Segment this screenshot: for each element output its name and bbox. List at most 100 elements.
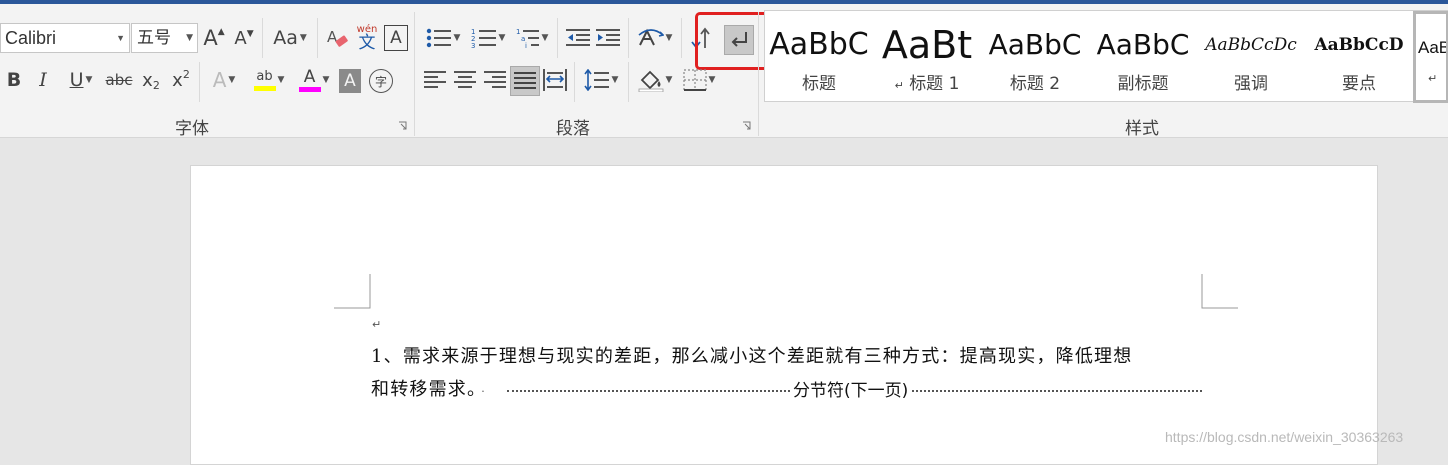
text-effects-button[interactable]: A ▼ (204, 66, 244, 94)
svg-text:3: 3 (471, 42, 475, 49)
enclose-characters-button[interactable]: 字 (369, 69, 393, 93)
style-name-row: ↵ 标题 1 (873, 69, 981, 94)
font-color-button[interactable]: A ▼ (294, 64, 334, 96)
style-item-heading-2[interactable]: AaBbC 标题 2 (981, 11, 1089, 103)
chevron-down-icon: ▼ (453, 33, 461, 43)
align-left-button[interactable] (422, 66, 448, 94)
dialog-launcher-icon[interactable] (398, 121, 407, 130)
chinese-layout-icon (638, 28, 664, 46)
borders-icon (682, 69, 707, 91)
chinese-layout-button[interactable]: ▼ (634, 23, 676, 53)
paragraph-mark: ↵ (372, 318, 382, 331)
svg-text:i: i (525, 42, 527, 49)
superscript-mark: 2 (182, 68, 190, 81)
shrink-font-button[interactable]: A ▼ (232, 23, 256, 53)
chevron-down-icon: ▼ (498, 33, 506, 43)
arrow-up-icon: ▲ (217, 27, 225, 37)
document-line-1[interactable]: 1、需求来源于理想与现实的差距，那么减小这个差距就有三种方式：提高现实，降低理想 (371, 342, 1132, 368)
increase-indent-button[interactable] (594, 23, 622, 53)
style-preview: AaBbC (769, 27, 869, 62)
chevron-down-icon: ▼ (665, 75, 673, 85)
document-line-2[interactable]: 和转移需求。 · (371, 375, 486, 401)
style-preview: AaBbCcD (1314, 35, 1404, 55)
font-color-glyph: A (303, 66, 316, 87)
phonetic-guide-button[interactable]: wén 文 (354, 22, 380, 54)
bold-button[interactable]: B (2, 66, 26, 94)
chevron-down-icon[interactable]: ▼ (186, 24, 193, 52)
highlight-color-bar (253, 85, 276, 91)
borders-button[interactable]: ▼ (678, 66, 720, 94)
style-item-subtitle[interactable]: AaBbC 副标题 (1089, 11, 1197, 103)
line-spacing-button[interactable]: ▼ (580, 66, 622, 94)
dialog-launcher-icon[interactable] (742, 121, 751, 130)
style-preview: AaBbC (1096, 28, 1190, 61)
font-name-combo[interactable]: Calibri ▼ (0, 23, 130, 53)
clear-formatting-button[interactable]: A (324, 23, 350, 53)
justify-button[interactable] (510, 66, 540, 96)
chevron-down-icon: ▼ (277, 75, 285, 85)
change-case-button[interactable]: Aa ▼ (268, 23, 312, 53)
multilevel-list-button[interactable]: 1ai ▼ (512, 23, 552, 53)
highlight-glyph: ab (256, 68, 273, 84)
text-highlight-button[interactable]: ab ▼ (248, 64, 290, 96)
distributed-icon (543, 69, 567, 91)
character-shading-button[interactable]: A (339, 69, 361, 93)
line-spacing-icon (583, 69, 609, 91)
margin-corner-mark (334, 274, 371, 309)
style-item-heading-1[interactable]: AaBt ↵ 标题 1 (873, 11, 981, 103)
section-break-label: 分节符(下一页) (791, 376, 911, 401)
font-size-combo[interactable]: 五号 ▼ (131, 23, 198, 53)
shading-button[interactable]: ▼ (634, 66, 676, 94)
eraser-icon: A (327, 28, 348, 47)
underline-button[interactable]: U ▼ (60, 66, 102, 94)
style-item-emphasis[interactable]: AaBbCcDc 强调 (1197, 11, 1305, 103)
character-border-button[interactable]: A (384, 25, 408, 51)
chevron-down-icon: ▼ (85, 75, 93, 85)
style-preview: AaBbCcDc (1205, 35, 1297, 55)
grow-font-glyph: A (203, 26, 218, 50)
svg-text:1: 1 (516, 28, 520, 36)
character-shading-glyph: A (344, 71, 356, 91)
distributed-button[interactable] (542, 66, 568, 94)
subscript-button[interactable]: x2 (138, 66, 164, 94)
chevron-down-icon: ▼ (611, 75, 619, 85)
justify-icon (514, 72, 536, 89)
chevron-down-icon: ▼ (541, 33, 549, 43)
style-item-title[interactable]: AaBbC 标题 (765, 11, 873, 103)
styles-group-label: 样式 (1125, 119, 1159, 139)
document-line-2-text: 和转移需求。 (371, 379, 478, 400)
arrow-down-icon: ▼ (246, 29, 254, 39)
style-preview: AaBt (881, 23, 973, 67)
style-name: 强调 (1234, 74, 1268, 94)
align-right-button[interactable] (482, 66, 508, 94)
increase-indent-icon (596, 29, 620, 46)
superscript-glyph: x (172, 69, 183, 91)
document-page[interactable]: ↵ 1、需求来源于理想与现实的差距，那么减小这个差距就有三种方式：提高现实，降低… (190, 165, 1378, 465)
style-name: ↵ (1428, 72, 1438, 85)
align-center-icon (454, 71, 476, 88)
ribbon: Calibri ▼ 五号 ▼ A ▲ A ▼ Aa ▼ A wén 文 A B I U… (0, 4, 1448, 139)
style-item-strong[interactable]: AaBbCcD 要点 (1305, 11, 1413, 103)
decrease-indent-button[interactable] (564, 23, 592, 53)
font-name-value: Calibri (5, 28, 57, 48)
underline-glyph: U (69, 69, 84, 91)
font-size-value: 五号 (137, 28, 171, 48)
superscript-button[interactable]: x2 (168, 66, 194, 94)
style-item-selected[interactable]: AaB ↵ (1413, 11, 1448, 103)
multilevel-list-icon: 1ai (516, 28, 539, 49)
styles-gallery: AaBbC 标题 AaBt ↵ 标题 1 AaBbC 标题 2 AaBbC 副标… (764, 10, 1448, 103)
font-color-bar (298, 86, 321, 92)
numbering-button[interactable]: 123 ▼ (467, 23, 509, 53)
strikethrough-button[interactable]: abc (104, 66, 134, 94)
grow-font-button[interactable]: A ▲ (202, 23, 226, 53)
svg-text:A: A (327, 28, 338, 46)
chevron-down-icon[interactable]: ▼ (116, 24, 125, 52)
bullets-button[interactable]: ▼ (422, 23, 464, 53)
align-center-button[interactable] (452, 66, 478, 94)
strikethrough-glyph: abc (105, 71, 133, 89)
chevron-down-icon: ▼ (299, 33, 307, 43)
align-left-icon (424, 71, 446, 88)
style-preview: AaB (1418, 38, 1448, 57)
bullets-icon (426, 28, 451, 48)
italic-button[interactable]: I (31, 66, 55, 94)
